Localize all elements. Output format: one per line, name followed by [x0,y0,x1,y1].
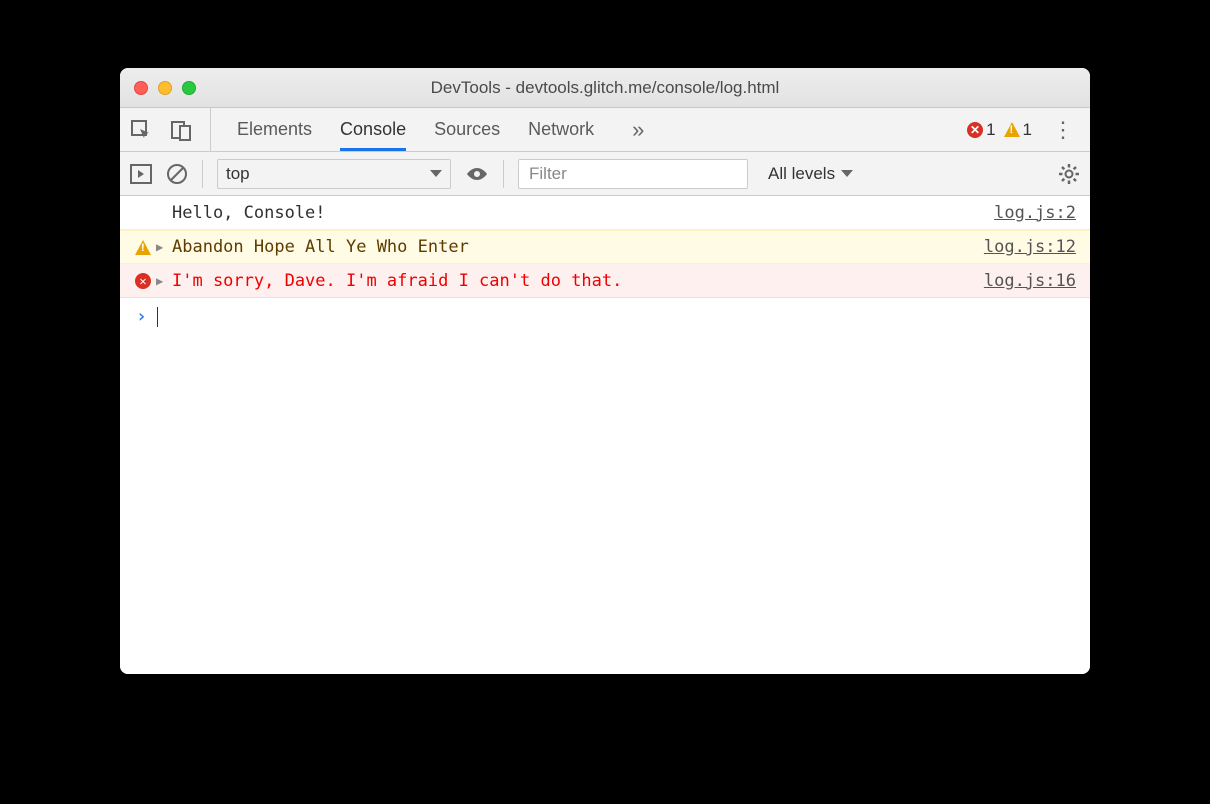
log-icon-cell [130,240,156,255]
devtools-window: DevTools - devtools.glitch.me/console/lo… [120,68,1090,674]
live-expression-icon[interactable] [465,166,489,182]
log-row-warning[interactable]: ▶ Abandon Hope All Ye Who Enter log.js:1… [120,230,1090,264]
log-row[interactable]: Hello, Console! log.js:2 [120,196,1090,230]
tab-network[interactable]: Network [528,108,594,151]
log-levels-selector[interactable]: All levels [762,164,859,184]
warning-count-badge[interactable]: 1 [1004,120,1032,140]
window-title: DevTools - devtools.glitch.me/console/lo… [120,78,1090,98]
disclosure-triangle-icon[interactable]: ▶ [156,240,172,254]
log-message: Abandon Hope All Ye Who Enter [172,237,984,257]
context-selector-value: top [226,164,250,184]
filter-placeholder: Filter [529,164,567,184]
console-settings-icon[interactable] [1058,163,1080,185]
error-count: 1 [986,120,995,140]
tab-console[interactable]: Console [340,108,406,151]
toggle-sidebar-icon[interactable] [130,164,152,184]
prompt-chevron-icon: › [130,306,157,327]
divider [202,160,203,188]
text-cursor [157,307,159,327]
error-icon: ✕ [135,273,151,289]
tab-bar: Elements Console Sources Network » ✕ 1 1… [120,108,1090,152]
log-source-link[interactable]: log.js:16 [984,271,1076,291]
tabs-overflow-button[interactable]: » [622,117,654,143]
error-count-badge[interactable]: ✕ 1 [967,120,995,140]
device-toolbar-icon[interactable] [170,119,192,141]
titlebar: DevTools - devtools.glitch.me/console/lo… [120,68,1090,108]
context-selector[interactable]: top [217,159,451,189]
log-message: I'm sorry, Dave. I'm afraid I can't do t… [172,271,984,291]
warning-count: 1 [1023,120,1032,140]
divider [503,160,504,188]
log-row-error[interactable]: ✕ ▶ I'm sorry, Dave. I'm afraid I can't … [120,264,1090,298]
console-toolbar: top Filter All levels [120,152,1090,196]
chevron-down-icon [430,170,442,177]
log-message: Hello, Console! [172,203,994,223]
clear-console-icon[interactable] [166,163,188,185]
tabbar-left-icons [130,108,211,151]
chevron-down-icon [841,170,853,177]
inspect-element-icon[interactable] [130,119,152,141]
window-maximize-button[interactable] [182,81,196,95]
warning-icon [135,240,151,255]
log-levels-label: All levels [768,164,835,184]
log-source-link[interactable]: log.js:12 [984,237,1076,257]
disclosure-triangle-icon[interactable]: ▶ [156,274,172,288]
log-source-link[interactable]: log.js:2 [994,203,1076,223]
tab-elements[interactable]: Elements [237,108,312,151]
console-body: Hello, Console! log.js:2 ▶ Abandon Hope … [120,196,1090,674]
log-icon-cell: ✕ [130,273,156,289]
error-icon: ✕ [967,122,983,138]
filter-input[interactable]: Filter [518,159,748,189]
traffic-lights [120,81,196,95]
tab-sources[interactable]: Sources [434,108,500,151]
window-minimize-button[interactable] [158,81,172,95]
more-menu-icon[interactable]: ⋮ [1046,117,1080,143]
status-badges: ✕ 1 1 [953,120,1046,140]
window-close-button[interactable] [134,81,148,95]
warning-icon [1004,122,1020,137]
tabs: Elements Console Sources Network » [211,108,654,151]
console-prompt[interactable]: › [120,298,1090,335]
